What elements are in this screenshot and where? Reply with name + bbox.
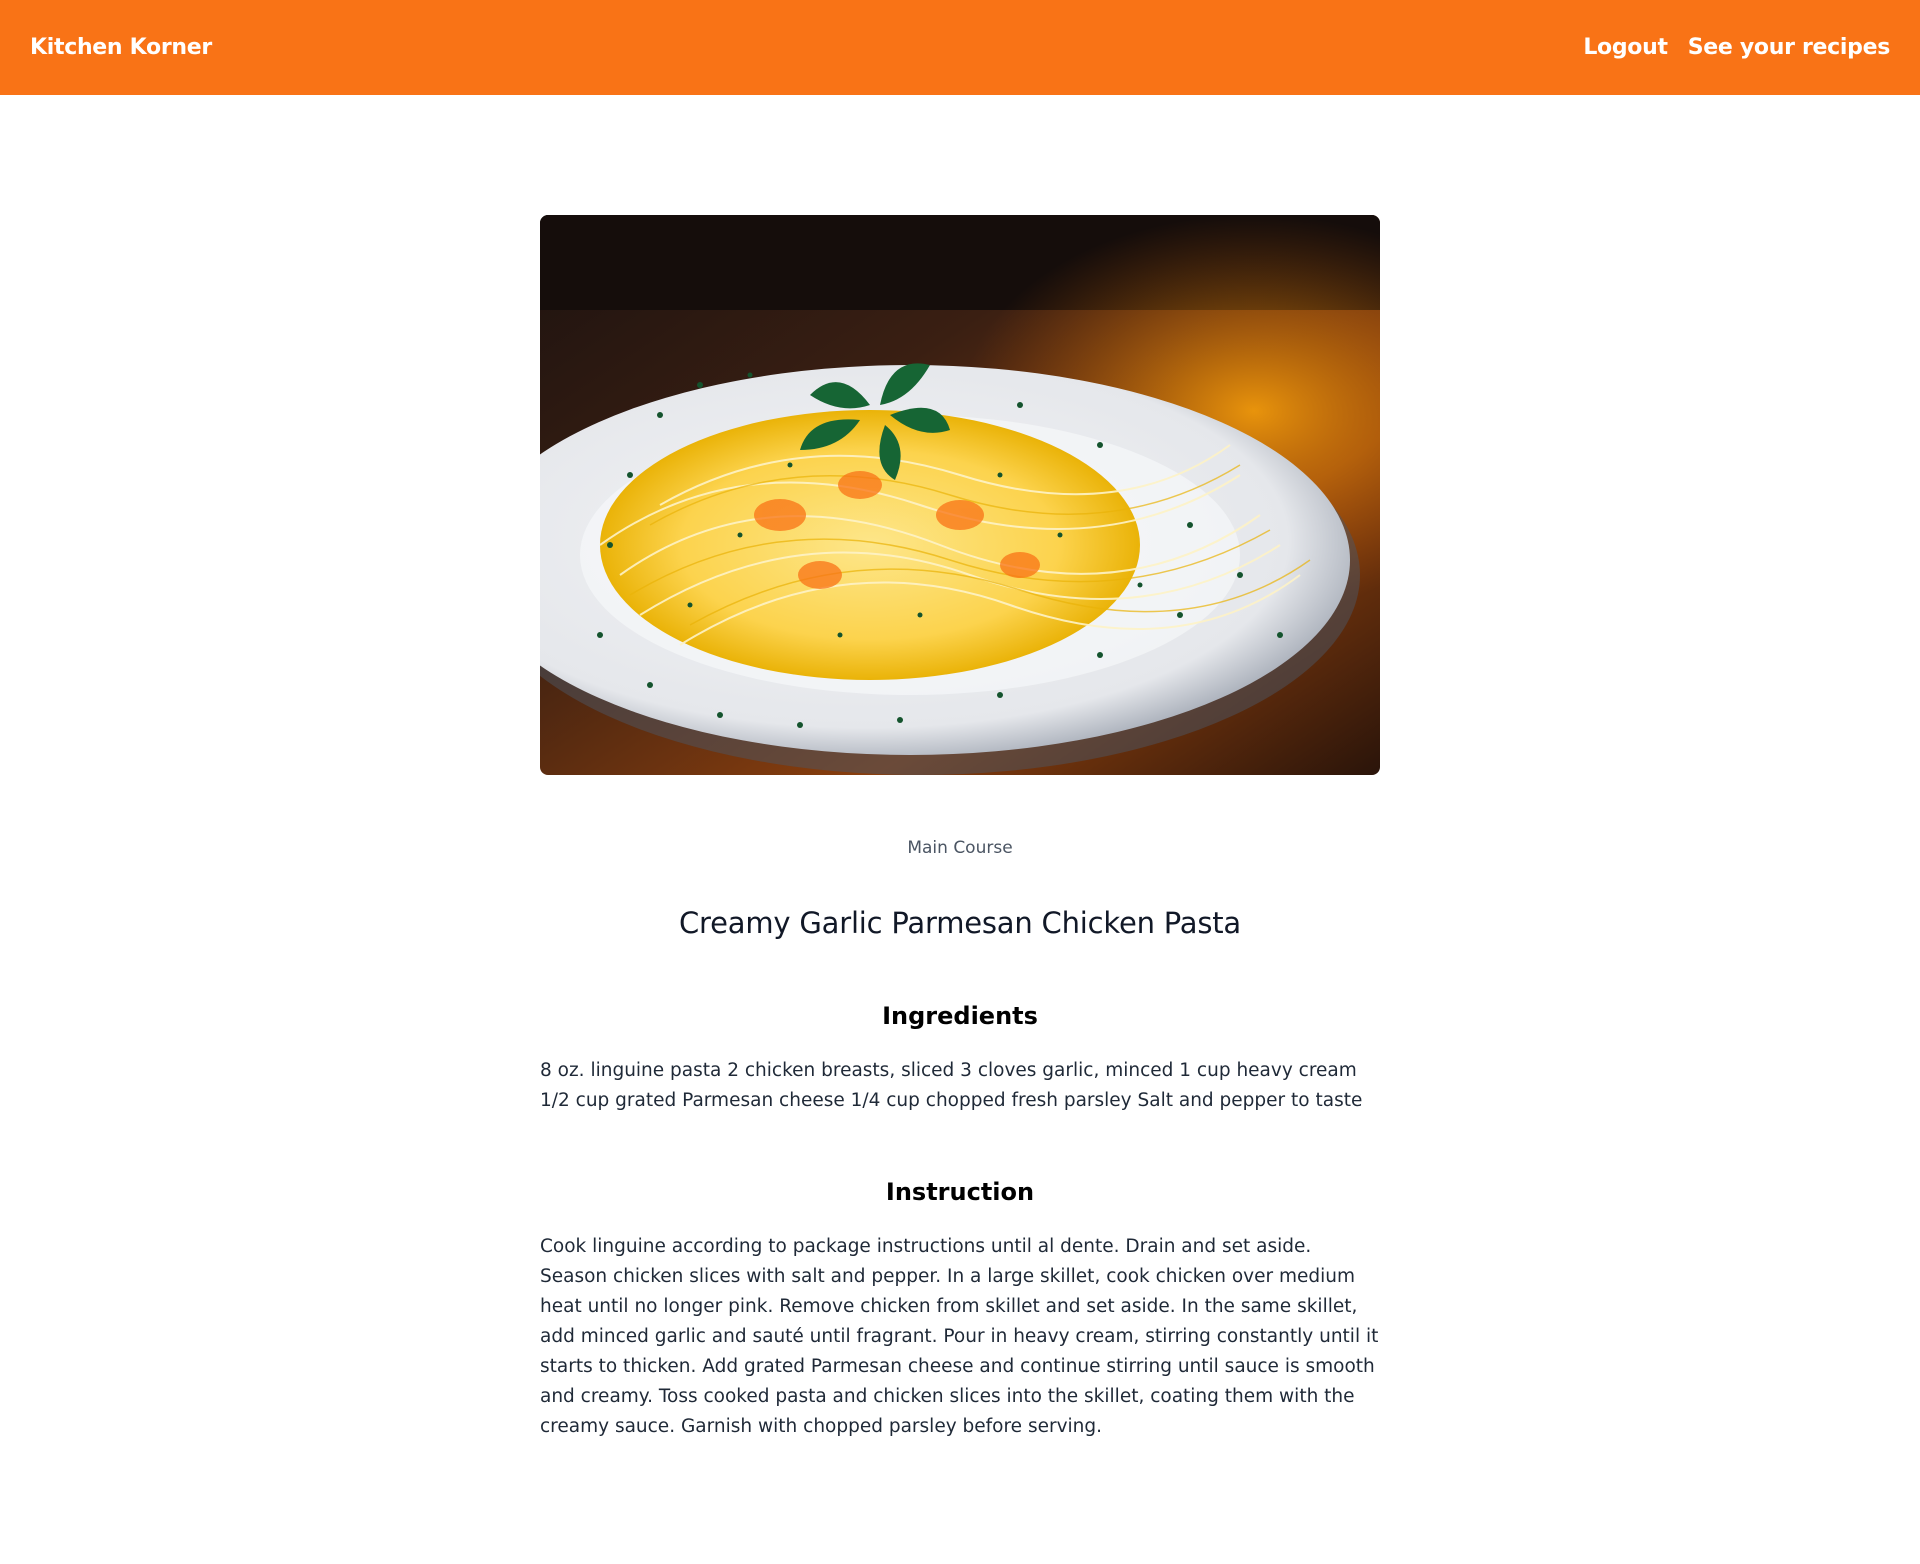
nav-links: Logout See your recipes (1583, 35, 1890, 60)
ingredients-heading: Ingredients (882, 1002, 1038, 1030)
recipe-category: Main Course (907, 838, 1013, 858)
ingredients-text: 8 oz. linguine pasta 2 chicken breasts, … (540, 1060, 1363, 1111)
see-your-recipes-link[interactable]: See your recipes (1688, 35, 1891, 60)
recipe-detail: Main Course Creamy Garlic Parmesan Chick… (540, 215, 1380, 1442)
pasta-plate-photo-icon (540, 215, 1380, 775)
brand-logo-link[interactable]: Kitchen Korner (30, 35, 212, 60)
top-navbar: Kitchen Korner Logout See your recipes (0, 0, 1920, 95)
instruction-text: Cook linguine according to package instr… (540, 1236, 1379, 1437)
instruction-heading: Instruction (885, 1178, 1035, 1206)
recipe-image (540, 215, 1380, 775)
recipe-title: Creamy Garlic Parmesan Chicken Pasta (679, 906, 1241, 940)
logout-link[interactable]: Logout (1583, 35, 1668, 60)
